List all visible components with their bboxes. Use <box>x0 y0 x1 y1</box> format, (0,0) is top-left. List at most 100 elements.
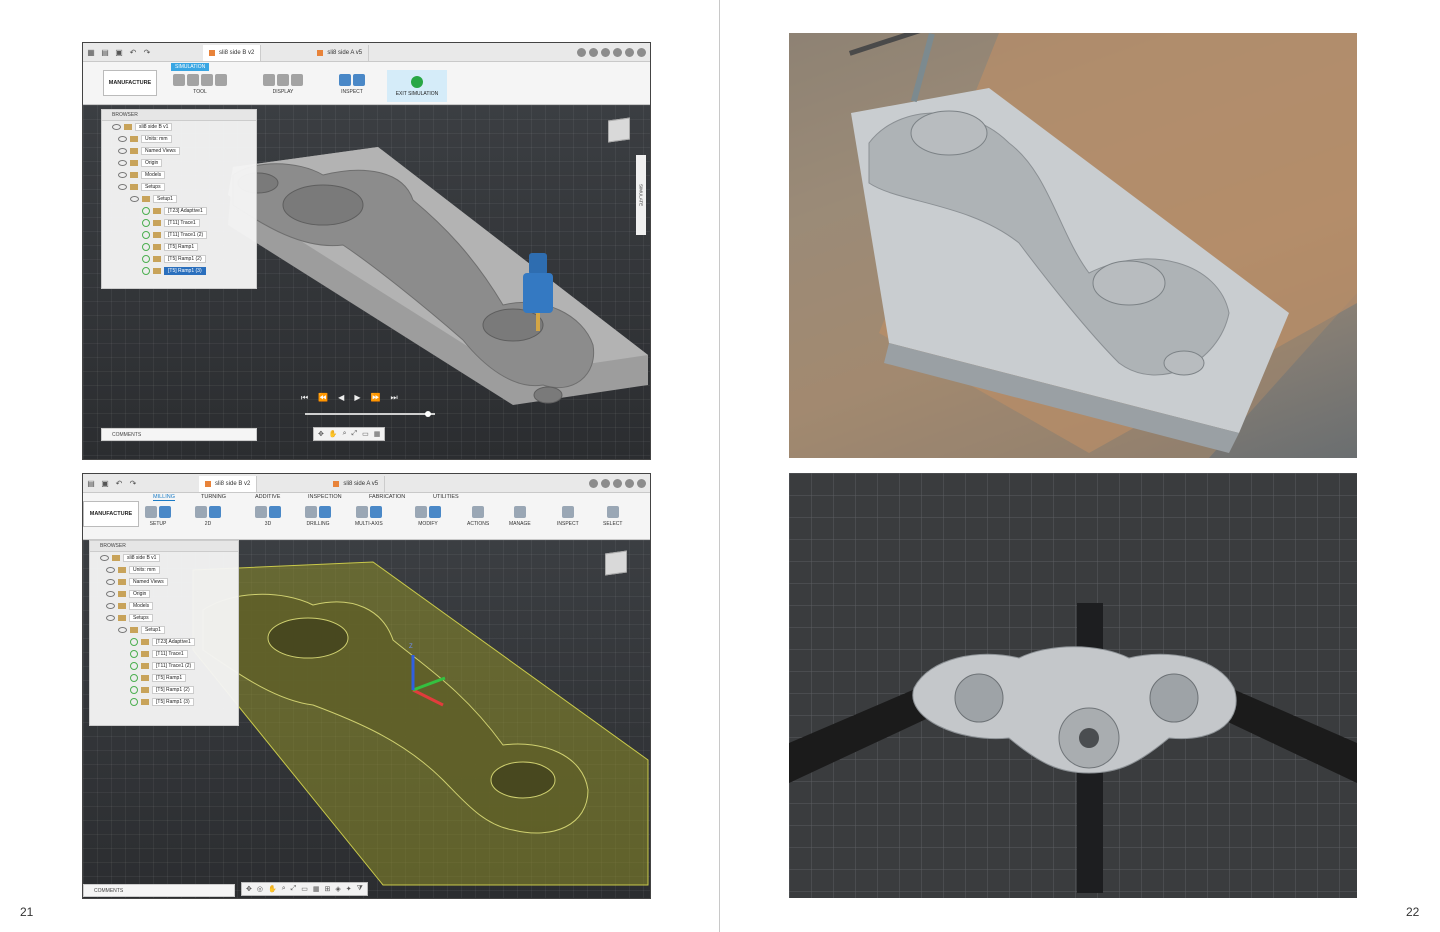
workspace-tab[interactable]: ADDITIVE <box>255 494 280 500</box>
effects-icon[interactable]: ✦ <box>346 885 352 893</box>
zoom-icon[interactable]: ⌕ <box>282 885 286 893</box>
comments-panel[interactable]: COMMENTS <box>83 884 235 897</box>
operation-check-icon[interactable] <box>130 674 138 682</box>
visibility-icon[interactable] <box>112 124 121 130</box>
display-group[interactable]: DISPLAY <box>263 74 303 95</box>
operation-check-icon[interactable] <box>142 207 150 215</box>
browser-node[interactable]: [T5] Ramp1 (2) <box>90 684 238 696</box>
undo-icon[interactable]: ↶ <box>127 46 139 58</box>
browser-node[interactable]: [T11] Trace1 (2) <box>102 229 256 241</box>
browser-node[interactable]: sli8 side B v1 <box>90 552 238 564</box>
ribbon-group[interactable]: 3D <box>255 506 281 527</box>
browser-node[interactable]: [T11] Trace1 <box>90 648 238 660</box>
operation-check-icon[interactable] <box>130 662 138 670</box>
browser-header[interactable]: BROWSER <box>90 541 238 552</box>
browser-node[interactable]: sli8 side B v1 <box>102 121 256 133</box>
browser-node[interactable]: [T5] Ramp1 (3) <box>102 265 256 277</box>
doc-tab-side-b[interactable]: sli8 side B v2 <box>199 476 258 492</box>
workspace-tab[interactable]: FABRICATION <box>369 494 405 500</box>
browser-node[interactable]: [T5] Ramp1 <box>102 241 256 253</box>
look-at-icon[interactable]: ◎ <box>257 885 263 893</box>
undo-icon[interactable]: ↶ <box>113 477 125 489</box>
zoom-icon[interactable]: ⌕ <box>343 430 347 438</box>
ribbon-group[interactable]: MODIFY <box>415 506 441 527</box>
notifications-icon[interactable] <box>613 478 622 488</box>
browser-header[interactable]: BROWSER <box>102 110 256 121</box>
save-icon[interactable]: ▣ <box>113 46 125 58</box>
operation-check-icon[interactable] <box>142 219 150 227</box>
timeline-handle[interactable] <box>425 411 431 417</box>
tool-group[interactable]: TOOL <box>173 74 227 95</box>
workspace-switcher[interactable]: MANUFACTURE <box>83 501 139 527</box>
visibility-icon[interactable] <box>100 555 109 561</box>
ribbon-group[interactable]: MANAGE <box>509 506 531 527</box>
visibility-icon[interactable] <box>118 148 127 154</box>
visibility-icon[interactable] <box>118 627 127 633</box>
ribbon-group[interactable]: SETUP <box>145 506 171 527</box>
operation-check-icon[interactable] <box>130 650 138 658</box>
3d-viewport[interactable]: BROWSER sli8 side B v1 Units: mm Named Vie… <box>83 105 650 459</box>
operation-check-icon[interactable] <box>142 267 150 275</box>
browser-node[interactable]: Origin <box>102 157 256 169</box>
save-icon[interactable]: ▣ <box>99 477 111 489</box>
job-status-icon[interactable] <box>601 478 610 488</box>
visibility-icon[interactable] <box>106 579 115 585</box>
orbit-icon[interactable]: ✥ <box>246 885 252 893</box>
operation-check-icon[interactable] <box>142 255 150 263</box>
visibility-icon[interactable] <box>130 196 139 202</box>
ribbon-group[interactable]: SELECT <box>603 506 622 527</box>
visibility-icon[interactable] <box>118 136 127 142</box>
inspect-group[interactable]: INSPECT <box>339 74 365 95</box>
step-back-icon[interactable]: ◀ <box>338 393 344 403</box>
browser-node[interactable]: Setups <box>102 181 256 193</box>
avatar[interactable] <box>637 47 646 57</box>
simulate-side-panel[interactable]: SIMULATE <box>636 155 646 235</box>
help-icon[interactable] <box>625 478 634 488</box>
skip-start-icon[interactable]: ⏮ <box>301 393 308 403</box>
exit-simulation-button[interactable]: EXIT SIMULATION <box>387 70 447 102</box>
ribbon-group[interactable]: INSPECT <box>557 506 579 527</box>
help-icon[interactable] <box>625 47 634 57</box>
ribbon-group[interactable]: DRILLING <box>305 506 331 527</box>
browser-node[interactable]: [T5] Ramp1 (3) <box>90 696 238 708</box>
skip-end-icon[interactable]: ⏭ <box>390 393 397 403</box>
browser-node[interactable]: Units: mm <box>102 133 256 145</box>
notifications-icon[interactable] <box>613 47 622 57</box>
display-settings-icon[interactable]: ▭ <box>362 430 369 438</box>
extensions-icon[interactable] <box>589 478 598 488</box>
comments-panel[interactable]: COMMENTS <box>101 428 257 441</box>
workspace-tab[interactable]: UTILITIES <box>433 494 459 500</box>
filter-icon[interactable]: ⧩ <box>357 885 363 893</box>
workspace-switcher[interactable]: MANUFACTURE <box>103 70 157 96</box>
visibility-icon[interactable] <box>106 603 115 609</box>
browser-node[interactable]: [T11] Trace1 (2) <box>90 660 238 672</box>
browser-node[interactable]: Units: mm <box>90 564 238 576</box>
operation-check-icon[interactable] <box>130 638 138 646</box>
browser-node[interactable]: Named Views <box>102 145 256 157</box>
file-icon[interactable]: ▤ <box>85 477 97 489</box>
fast-forward-icon[interactable]: ⏩ <box>370 393 380 403</box>
operation-check-icon[interactable] <box>130 698 138 706</box>
pan-icon[interactable]: ✋ <box>268 885 277 893</box>
fit-icon[interactable]: ⤢ <box>291 885 297 893</box>
browser-node[interactable]: [T11] Trace1 <box>102 217 256 229</box>
redo-icon[interactable]: ↷ <box>127 477 139 489</box>
operation-check-icon[interactable] <box>142 231 150 239</box>
browser-node[interactable]: Named Views <box>90 576 238 588</box>
orbit-icon[interactable]: ✥ <box>318 430 324 438</box>
view-cube[interactable] <box>608 117 630 143</box>
avatar[interactable] <box>637 478 646 488</box>
grid-icon[interactable]: ▦ <box>85 46 97 58</box>
job-status-icon[interactable] <box>601 47 610 57</box>
play-icon[interactable]: ▶ <box>354 393 360 403</box>
pan-icon[interactable]: ✋ <box>329 430 338 438</box>
browser-node[interactable]: [T5] Ramp1 <box>90 672 238 684</box>
display-settings-icon[interactable]: ▭ <box>301 885 308 893</box>
browser-node[interactable]: Models <box>90 600 238 612</box>
grid-settings-icon[interactable]: ▦ <box>374 430 381 438</box>
doc-tab-side-a[interactable]: sli8 side A v5 <box>327 476 386 492</box>
visibility-icon[interactable] <box>106 591 115 597</box>
workspace-tab[interactable]: TURNING <box>201 494 226 500</box>
playback-timeline[interactable] <box>305 411 435 417</box>
grid-settings-icon[interactable]: ▦ <box>313 885 320 893</box>
